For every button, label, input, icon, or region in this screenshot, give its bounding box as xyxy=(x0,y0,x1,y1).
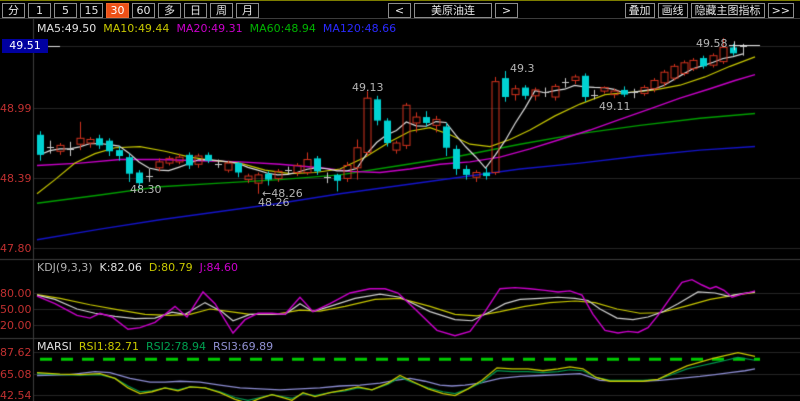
axis-label: 20.00 xyxy=(0,319,31,332)
axis-label: 47.80 xyxy=(0,242,31,255)
axis-label: 80.00 xyxy=(0,287,31,300)
rsi-labels-item: RSI3:69.89 xyxy=(213,340,273,353)
axis-label: 65.08 xyxy=(0,368,31,381)
timeframe-button-30[interactable]: 30 xyxy=(106,3,129,18)
timeframe-button-多[interactable]: 多 xyxy=(158,3,181,18)
timeframe-button-分[interactable]: 分 xyxy=(2,3,25,18)
rsi-value-labels: MARSI RSI1:82.71 RSI2:78.94 RSI3:69.89 xyxy=(37,340,280,353)
kdj-labels-item: D:80.79 xyxy=(149,261,193,274)
symbol-select[interactable]: 美原油连 xyxy=(414,3,492,18)
price-annotation: 49.11 xyxy=(599,100,631,113)
price-annotation: 48.26 xyxy=(258,196,290,209)
chart-application: 分15153060多日周月 < 美原油连 > 叠加 画线 隐藏主图指标 >> M… xyxy=(0,0,800,401)
timeframe-button-5[interactable]: 5 xyxy=(54,3,77,18)
timeframe-button-1[interactable]: 1 xyxy=(28,3,51,18)
rsi-labels-item: RSI1:82.71 xyxy=(79,340,139,353)
toolbar: 分15153060多日周月 < 美原油连 > 叠加 画线 隐藏主图指标 >> xyxy=(0,0,800,19)
rsi-labels-item: MARSI xyxy=(37,340,72,353)
kdj-labels-item: J:84.60 xyxy=(200,261,238,274)
kdj-labels-item: K:82.06 xyxy=(100,261,142,274)
symbol-next-button[interactable]: > xyxy=(495,3,518,18)
ma-labels-item: MA10:49.44 xyxy=(103,22,169,35)
kdj-labels-item: KDJ(9,3,3) xyxy=(37,261,93,274)
timeframe-button-15[interactable]: 15 xyxy=(80,3,103,18)
axis-label: 48.99 xyxy=(0,102,31,115)
timeframe-button-日[interactable]: 日 xyxy=(184,3,207,18)
timeframe-button-60[interactable]: 60 xyxy=(132,3,155,18)
current-price-marker: 49.51 xyxy=(2,39,48,53)
price-annotation: 49.3 xyxy=(510,62,535,75)
price-annotation: 49.13 xyxy=(352,81,384,94)
timeframe-button-周[interactable]: 周 xyxy=(210,3,233,18)
ma-value-labels: MA5:49.50 MA10:49.44 MA20:49.31 MA60:48.94 M… xyxy=(37,22,403,35)
ma-labels-item: MA5:49.50 xyxy=(37,22,96,35)
kdj-value-labels: KDJ(9,3,3) K:82.06 D:80.79 J:84.60 xyxy=(37,261,245,274)
draw-line-button[interactable]: 画线 xyxy=(658,3,688,18)
axis-label: 42.54 xyxy=(0,389,31,401)
ma-labels-item: MA60:48.94 xyxy=(250,22,316,35)
timeframe-button-group: 分15153060多日周月 xyxy=(2,3,259,18)
price-annotation: 49.58 xyxy=(696,37,728,50)
more-tools-button[interactable]: >> xyxy=(768,3,794,18)
hide-main-indicators-button[interactable]: 隐藏主图指标 xyxy=(691,3,765,18)
overlay-button[interactable]: 叠加 xyxy=(625,3,655,18)
symbol-switcher: < 美原油连 > xyxy=(388,3,518,18)
price-annotation: 48.30 xyxy=(130,183,162,196)
toolbar-right-group: 叠加 画线 隐藏主图指标 >> xyxy=(625,3,794,18)
axis-label: 48.39 xyxy=(0,172,31,185)
symbol-prev-button[interactable]: < xyxy=(388,3,411,18)
ma-labels-item: MA20:49.31 xyxy=(176,22,242,35)
axis-label: 50.00 xyxy=(0,303,31,316)
ma-labels-item: MA120:48.66 xyxy=(323,22,396,35)
timeframe-button-月[interactable]: 月 xyxy=(236,3,259,18)
rsi-labels-item: RSI2:78.94 xyxy=(146,340,206,353)
axis-label: 87.62 xyxy=(0,346,31,359)
